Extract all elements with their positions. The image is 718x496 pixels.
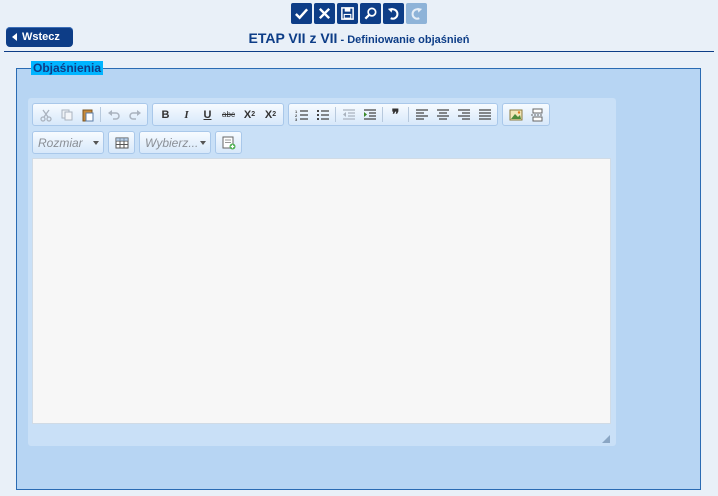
redo-button[interactable] <box>406 3 427 24</box>
save-button[interactable] <box>337 3 358 24</box>
redo-icon <box>411 7 423 20</box>
numbered-list-icon[interactable]: 123 <box>292 105 311 124</box>
blockquote-button[interactable]: ❞ <box>386 105 405 124</box>
clipboard-group <box>32 103 148 126</box>
bullet-list-icon[interactable] <box>313 105 332 124</box>
align-justify-icon[interactable] <box>475 105 494 124</box>
insert-template-icon[interactable] <box>219 133 238 152</box>
align-center-icon[interactable] <box>433 105 452 124</box>
toolbar-separator <box>335 107 336 122</box>
style-select[interactable]: Wybierz... <box>139 131 211 154</box>
rich-text-editor: B I U abc X2 X2 123 ❞ Rozmiar Wybierz... <box>28 98 616 446</box>
align-left-icon[interactable] <box>412 105 431 124</box>
cancel-button[interactable] <box>314 3 335 24</box>
table-group <box>108 131 135 154</box>
underline-button[interactable]: U <box>198 105 217 124</box>
svg-text:3: 3 <box>295 117 298 122</box>
style-select-label: Wybierz... <box>145 135 199 150</box>
superscript-label: X <box>264 108 273 121</box>
paragraph-group: 123 ❞ <box>288 103 498 126</box>
subscript-digit: 2 <box>251 111 256 118</box>
insert-group <box>502 103 550 126</box>
font-size-select-label: Rozmiar <box>38 135 83 150</box>
align-right-icon[interactable] <box>454 105 473 124</box>
outdent-icon[interactable] <box>339 105 358 124</box>
undo-button[interactable] <box>383 3 404 24</box>
subscript-button[interactable]: X2 <box>240 105 259 124</box>
chevron-down-icon <box>200 140 206 145</box>
undo-edit-icon[interactable] <box>104 105 123 124</box>
paste-icon[interactable] <box>78 105 97 124</box>
check-icon <box>295 8 309 20</box>
fieldset-legend: Objaśnienia <box>31 61 104 75</box>
chevron-down-icon <box>93 140 99 145</box>
confirm-button[interactable] <box>291 3 312 24</box>
page-break-icon[interactable] <box>527 105 546 124</box>
floppy-icon <box>341 7 354 20</box>
strikethrough-button[interactable]: abc <box>219 105 238 124</box>
bold-button[interactable]: B <box>156 105 175 124</box>
font-size-select[interactable]: Rozmiar <box>32 131 104 154</box>
page-title-main: ETAP VII z VII <box>248 30 338 46</box>
search-icon <box>364 7 377 20</box>
page-title: ETAP VII z VII - Definiowanie objaśnień <box>0 30 718 48</box>
editor-content-area[interactable] <box>32 158 611 424</box>
page-title-sub: - Definiowanie objaśnień <box>337 34 470 46</box>
editor-toolbar-row-2: Rozmiar Wybierz... <box>32 131 242 154</box>
redo-edit-icon[interactable] <box>125 105 144 124</box>
image-icon[interactable] <box>506 105 525 124</box>
table-icon[interactable] <box>112 133 131 152</box>
resize-grip-icon[interactable] <box>602 435 610 443</box>
editor-toolbar-row-1: B I U abc X2 X2 123 ❞ <box>32 103 550 126</box>
indent-icon[interactable] <box>360 105 379 124</box>
cut-icon[interactable] <box>36 105 55 124</box>
copy-icon[interactable] <box>57 105 76 124</box>
search-button[interactable] <box>360 3 381 24</box>
superscript-digit: 2 <box>272 111 277 118</box>
undo-icon <box>387 7 399 20</box>
toolbar-separator <box>100 107 101 122</box>
action-toolbar <box>291 3 427 24</box>
title-divider <box>4 51 714 52</box>
superscript-button[interactable]: X2 <box>261 105 280 124</box>
subscript-label: X <box>243 108 252 121</box>
toolbar-separator <box>382 107 383 122</box>
template-group <box>215 131 242 154</box>
toolbar-separator <box>408 107 409 122</box>
format-group: B I U abc X2 X2 <box>152 103 284 126</box>
close-icon <box>318 7 331 20</box>
italic-button[interactable]: I <box>177 105 196 124</box>
